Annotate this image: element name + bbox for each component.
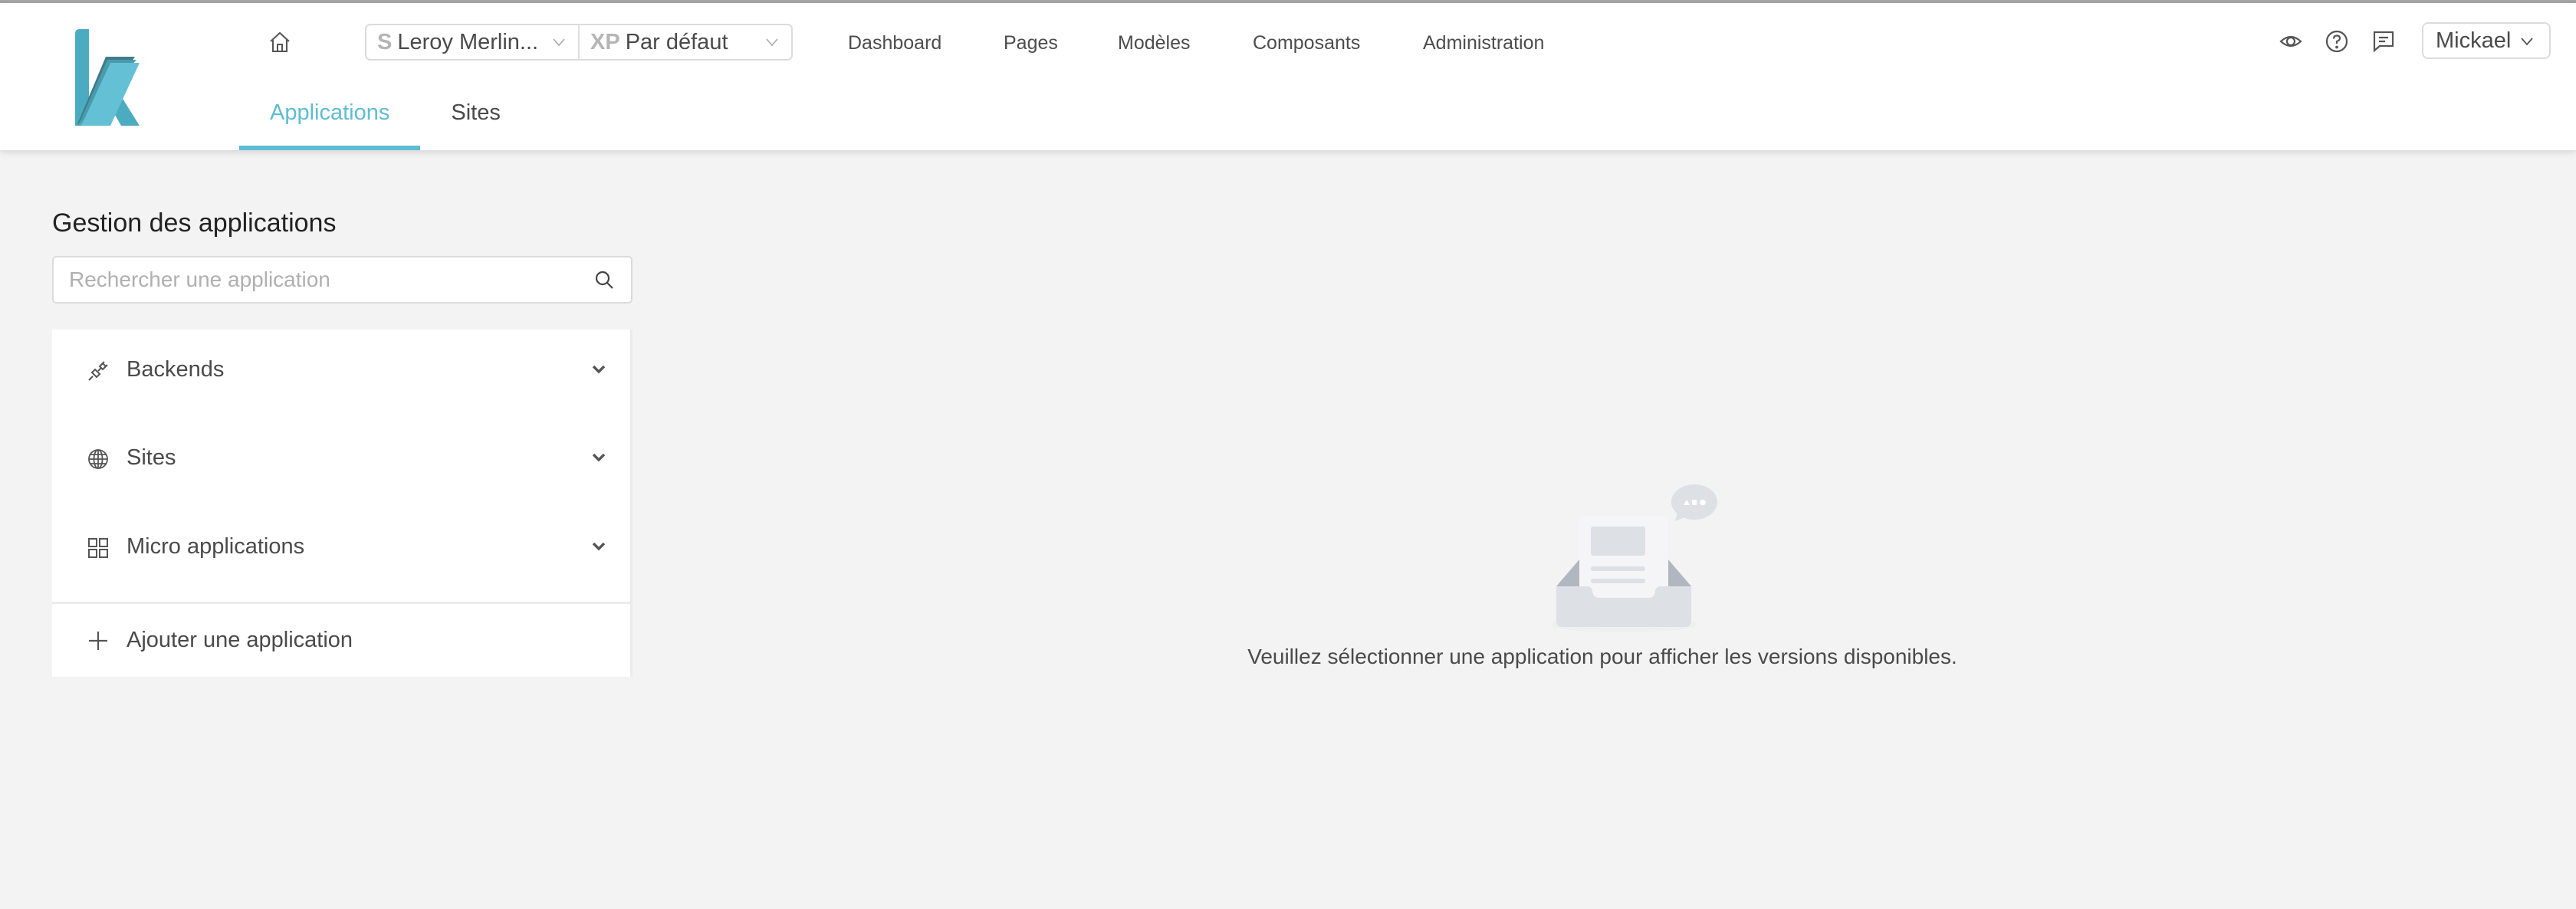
chevron-down-icon [592, 453, 606, 462]
feedback-icon[interactable] [2371, 29, 2396, 54]
nav-dashboard[interactable]: Dashboard [848, 32, 941, 54]
applications-panel: Backends Sites Micro applications Ajoute… [52, 330, 632, 677]
group-sites[interactable]: Sites [52, 418, 630, 502]
empty-state-message: Veuillez sélectionner une application po… [1247, 645, 1957, 668]
nav-modeles[interactable]: Modèles [1118, 32, 1191, 54]
eye-icon[interactable] [2279, 29, 2303, 54]
xp-select[interactable]: XP Par défaut [580, 25, 791, 59]
plug-icon [88, 361, 108, 381]
chevron-down-icon [2521, 38, 2533, 46]
top-header: S Leroy Merlin... XP Par défaut Dashboar… [0, 3, 2576, 150]
chevron-down-icon [592, 365, 606, 374]
group-label: Micro applications [127, 534, 305, 559]
chevron-down-icon [592, 542, 606, 551]
nav-administration[interactable]: Administration [1423, 32, 1544, 54]
tab-applications[interactable]: Applications [239, 94, 421, 150]
user-name: Mickael [2436, 28, 2512, 53]
globe-icon [88, 449, 108, 469]
site-select-value: Leroy Merlin... [397, 29, 539, 54]
group-label: Backends [127, 357, 225, 382]
add-application-label: Ajouter une application [127, 628, 353, 652]
site-select[interactable]: S Leroy Merlin... [366, 25, 580, 59]
chevron-down-icon [766, 38, 778, 47]
add-application-button[interactable]: Ajouter une application [52, 604, 630, 677]
nav-composants[interactable]: Composants [1253, 32, 1360, 54]
page-title: Gestion des applications [52, 208, 337, 238]
site-select-prefix: S [377, 29, 393, 54]
group-micro-applications[interactable]: Micro applications [52, 507, 630, 591]
context-selector: S Leroy Merlin... XP Par défaut [365, 24, 793, 61]
group-backends[interactable]: Backends [52, 330, 630, 414]
nav-pages[interactable]: Pages [1004, 32, 1058, 54]
search-icon[interactable] [594, 270, 614, 290]
xp-select-value: Par défaut [625, 29, 728, 54]
search-input[interactable] [69, 258, 575, 302]
user-menu[interactable]: Mickael [2422, 22, 2551, 59]
grid-icon [88, 538, 108, 558]
help-icon[interactable] [2325, 29, 2349, 54]
chevron-down-icon [553, 38, 565, 47]
logo[interactable] [75, 29, 140, 126]
empty-inbox-illustration [1551, 484, 1717, 632]
sub-tabs: Applications Sites [239, 94, 531, 150]
search-box [52, 256, 632, 304]
home-icon[interactable] [268, 31, 291, 54]
group-label: Sites [127, 445, 176, 470]
tab-sites[interactable]: Sites [420, 94, 531, 150]
xp-select-prefix: XP [590, 29, 620, 54]
plus-icon [89, 632, 107, 650]
